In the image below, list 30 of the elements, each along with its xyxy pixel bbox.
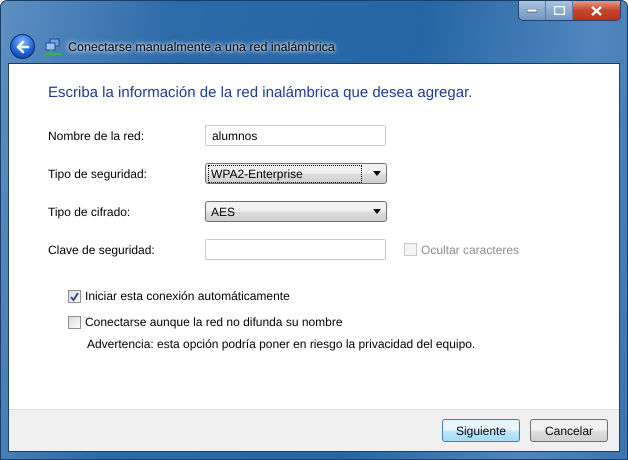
dropdown-arrow-icon <box>373 171 381 176</box>
text-field[interactable] <box>205 239 386 260</box>
field-label: Clave de seguridad: <box>48 242 156 256</box>
warning-text: Advertencia: esta opción podría poner en riesgo la privacidad del equipo. <box>86 337 476 351</box>
checkbox-label: Ocultar caracteres <box>421 242 520 256</box>
field-label: Tipo de cifrado: <box>48 204 132 218</box>
checkbox[interactable] <box>68 316 81 328</box>
minimize-button[interactable] <box>519 1 546 20</box>
window-title: Conectarse manualmente a una red inalámbrica <box>68 40 335 54</box>
back-arrow-icon <box>16 40 30 54</box>
checkbox[interactable] <box>68 290 81 302</box>
back-button[interactable] <box>10 34 35 59</box>
minimize-icon <box>527 8 537 12</box>
dropdown-arrow-icon <box>373 209 381 214</box>
maximize-icon <box>554 6 564 15</box>
dialog-button[interactable]: Cancelar <box>530 419 608 442</box>
field-label: Nombre de la red: <box>48 128 146 142</box>
maximize-button[interactable] <box>546 1 573 20</box>
close-icon <box>591 6 602 16</box>
check-icon <box>69 290 80 302</box>
page-heading: Escriba la información de la red inalámbrica que desea agregar. <box>48 84 474 101</box>
checkbox-label: Conectarse aunque la red no difunda su nombre <box>85 315 343 329</box>
dropdown[interactable]: WPA2-Enterprise <box>205 163 387 184</box>
text-field[interactable]: alumnos <box>205 125 386 146</box>
field-label: Tipo de seguridad: <box>48 166 148 180</box>
checkbox-label: Iniciar esta conexión automáticamente <box>85 289 290 303</box>
dropdown[interactable]: AES <box>205 201 387 222</box>
close-button[interactable] <box>573 1 620 20</box>
dialog-button[interactable]: Siguiente <box>442 419 520 442</box>
network-icon <box>44 38 62 56</box>
